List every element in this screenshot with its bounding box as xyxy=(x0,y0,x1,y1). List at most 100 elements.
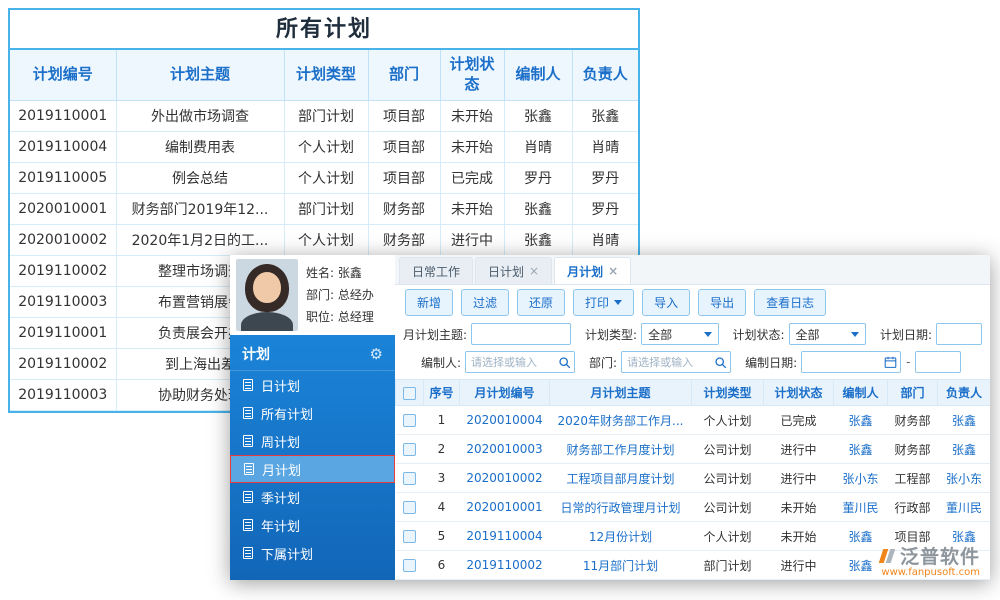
toolbar-button-3[interactable]: 打印 xyxy=(573,289,634,316)
table-row[interactable]: 20200100022020年1月2日的工...个人计划财务部进行中张鑫肖晴 xyxy=(10,224,638,255)
plan-date-input[interactable] xyxy=(936,323,982,345)
sidebar-section-label: 计划 xyxy=(242,344,270,364)
cell: 2 xyxy=(424,435,460,464)
link-cell[interactable]: 董川民 xyxy=(938,493,991,522)
row-checkbox[interactable] xyxy=(403,443,416,456)
compile-date-end-input[interactable] xyxy=(915,351,961,373)
toolbar-button-5[interactable]: 导出 xyxy=(698,289,746,316)
link-cell[interactable]: 财务部工作月度计划 xyxy=(550,435,692,464)
subject-label: 月计划主题: xyxy=(403,326,467,343)
link-cell[interactable]: 工程项目部月度计划 xyxy=(550,464,692,493)
profile-position: 职位: 总经理 xyxy=(306,306,374,328)
type-label: 计划类型: xyxy=(585,326,637,343)
sidebar-item-label: 年计划 xyxy=(261,516,300,535)
subject-input[interactable] xyxy=(471,323,571,345)
link-cell[interactable]: 2019110002 xyxy=(460,551,550,580)
link-cell[interactable]: 2020010001 xyxy=(460,493,550,522)
sidebar-item-5[interactable]: 年计划 xyxy=(230,511,395,539)
toolbar-button-4[interactable]: 导入 xyxy=(642,289,690,316)
compiler-input[interactable] xyxy=(465,351,575,373)
link-cell[interactable]: 12月份计划 xyxy=(550,522,692,551)
cell: 张鑫 xyxy=(572,100,638,131)
tab-label: 月计划 xyxy=(567,263,603,280)
button-label: 新增 xyxy=(417,294,441,311)
sidebar-item-0[interactable]: 日计划 xyxy=(230,371,395,399)
grid-row[interactable]: 42020010001日常的行政管理月计划公司计划未开始董川民行政部董川民 xyxy=(396,493,991,522)
table-row[interactable]: 2019110005例会总结个人计划项目部已完成罗丹罗丹 xyxy=(10,162,638,193)
link-cell[interactable]: 2020010002 xyxy=(460,464,550,493)
link-cell[interactable]: 张鑫 xyxy=(938,435,991,464)
cell: 进行中 xyxy=(764,435,834,464)
tab-0[interactable]: 日常工作 xyxy=(399,257,473,284)
table-row[interactable]: 2020010001财务部门2019年12...部门计划财务部未开始张鑫罗丹 xyxy=(10,193,638,224)
link-cell[interactable]: 董川民 xyxy=(834,493,888,522)
cell: 罗丹 xyxy=(572,193,638,224)
row-checkbox[interactable] xyxy=(403,530,416,543)
close-icon[interactable]: × xyxy=(608,265,618,277)
close-icon[interactable]: × xyxy=(529,265,539,277)
compile-date-start xyxy=(801,351,901,373)
type-select[interactable]: 全部 xyxy=(641,323,718,345)
grid-row[interactable]: 32020010002工程项目部月度计划公司计划进行中张小东工程部张小东 xyxy=(396,464,991,493)
toolbar-button-2[interactable]: 还原 xyxy=(517,289,565,316)
checkbox-cell xyxy=(396,522,424,551)
toolbar-button-6[interactable]: 查看日志 xyxy=(754,289,826,316)
row-checkbox[interactable] xyxy=(403,414,416,427)
dept-input[interactable] xyxy=(621,351,731,373)
left-panel: 姓名: 张鑫 部门: 总经办 职位: 总经理 计划 ⚙ 日计划所有计划周计划月计… xyxy=(230,255,395,580)
cell: 张鑫 xyxy=(504,193,572,224)
cell: 2019110003 xyxy=(10,286,116,317)
cell: 2020年1月2日的工... xyxy=(116,224,284,255)
cell: 肖晴 xyxy=(572,224,638,255)
toolbar-button-0[interactable]: 新增 xyxy=(405,289,453,316)
grid-row[interactable]: 22020010003财务部工作月度计划公司计划进行中张鑫财务部张鑫 xyxy=(396,435,991,464)
tab-2[interactable]: 月计划 × xyxy=(554,257,631,284)
column-header: 计划类型 xyxy=(284,50,368,100)
row-checkbox[interactable] xyxy=(403,472,416,485)
avatar-body xyxy=(241,312,293,331)
grid-row[interactable]: 120200100042020年财务部工作月...个人计划已完成张鑫财务部张鑫 xyxy=(396,406,991,435)
toolbar-button-1[interactable]: 过滤 xyxy=(461,289,509,316)
link-cell[interactable]: 张鑫 xyxy=(834,435,888,464)
column-header: 负责人 xyxy=(938,380,991,406)
compile-date-start-input[interactable] xyxy=(801,351,901,373)
link-cell[interactable]: 2020010003 xyxy=(460,435,550,464)
link-cell[interactable]: 张小东 xyxy=(834,464,888,493)
cell: 行政部 xyxy=(888,493,938,522)
link-cell[interactable]: 2019110004 xyxy=(460,522,550,551)
row-checkbox[interactable] xyxy=(403,501,416,514)
link-cell[interactable]: 日常的行政管理月计划 xyxy=(550,493,692,522)
column-header: 计划主题 xyxy=(116,50,284,100)
column-header: 编制人 xyxy=(834,380,888,406)
cell: 进行中 xyxy=(764,464,834,493)
checkbox-cell xyxy=(396,493,424,522)
sidebar-items: 日计划所有计划周计划月计划季计划年计划下属计划 xyxy=(230,371,395,567)
link-cell[interactable]: 张鑫 xyxy=(834,406,888,435)
page-title: 所有计划 xyxy=(10,10,638,50)
sidebar-item-2[interactable]: 周计划 xyxy=(230,427,395,455)
column-header: 部门 xyxy=(888,380,938,406)
watermark-brand-row: 泛普软件 xyxy=(878,542,980,569)
status-select[interactable]: 全部 xyxy=(789,323,866,345)
status-label: 计划状态: xyxy=(733,326,785,343)
cell: 部门计划 xyxy=(284,193,368,224)
tab-1[interactable]: 日计划× xyxy=(475,257,552,284)
gear-icon[interactable]: ⚙ xyxy=(370,345,383,363)
link-cell[interactable]: 张鑫 xyxy=(938,406,991,435)
cell: 罗丹 xyxy=(572,162,638,193)
link-cell[interactable]: 2020010004 xyxy=(460,406,550,435)
link-cell[interactable]: 张小东 xyxy=(938,464,991,493)
sidebar-item-6[interactable]: 下属计划 xyxy=(230,539,395,567)
sidebar-item-4[interactable]: 季计划 xyxy=(230,483,395,511)
sidebar-item-3[interactable]: 月计划 xyxy=(230,455,395,483)
toolbar: 新增 过滤 还原打印导入导出查看日志 xyxy=(395,285,990,319)
link-cell[interactable]: 2020年财务部工作月... xyxy=(550,406,692,435)
select-all-checkbox[interactable] xyxy=(403,387,416,400)
table-row[interactable]: 2019110001外出做市场调查部门计划项目部未开始张鑫张鑫 xyxy=(10,100,638,131)
button-label: 过滤 xyxy=(473,294,497,311)
link-cell[interactable]: 11月部门计划 xyxy=(550,551,692,580)
row-checkbox[interactable] xyxy=(403,559,416,572)
sidebar-item-1[interactable]: 所有计划 xyxy=(230,399,395,427)
profile-card: 姓名: 张鑫 部门: 总经办 职位: 总经理 xyxy=(230,255,395,335)
table-row[interactable]: 2019110004编制费用表个人计划项目部未开始肖晴肖晴 xyxy=(10,131,638,162)
